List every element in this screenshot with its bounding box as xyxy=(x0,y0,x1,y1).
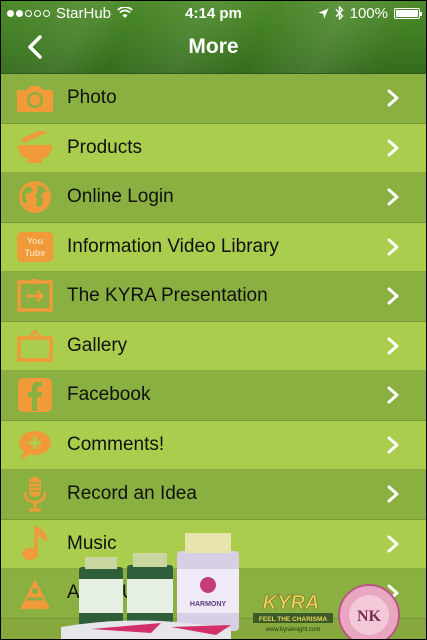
chevron-right-icon xyxy=(386,584,400,602)
chevron-right-icon xyxy=(386,188,400,206)
status-right: 100% xyxy=(318,4,422,22)
speech-bubble-icon xyxy=(15,427,55,463)
easel-icon xyxy=(15,328,55,364)
chevron-right-icon xyxy=(386,139,400,157)
chevron-right-icon xyxy=(386,287,400,305)
status-bar: StarHub 4:14 pm 100% xyxy=(1,1,426,25)
menu-item-gallery[interactable]: Gallery xyxy=(1,321,426,371)
chevron-right-icon xyxy=(386,436,400,454)
menu-item-record-idea[interactable]: Record an Idea xyxy=(1,470,426,520)
camera-icon xyxy=(15,80,55,116)
menu-item-about-us[interactable]: About Us xyxy=(1,569,426,619)
menu-item-label: Record an Idea xyxy=(67,483,197,505)
brand-website: www.kyraknight.com xyxy=(265,627,321,633)
menu-item-kyra-presentation[interactable]: The KYRA Presentation xyxy=(1,272,426,322)
chevron-right-icon xyxy=(386,535,400,553)
youtube-icon: You Tube xyxy=(15,229,55,265)
chevron-right-icon xyxy=(386,337,400,355)
menu-item-facebook[interactable]: Facebook xyxy=(1,371,426,421)
menu-item-label: Music xyxy=(67,532,117,554)
location-arrow-icon xyxy=(318,8,329,18)
menu-item-label: Facebook xyxy=(67,384,151,406)
about-logo-icon xyxy=(15,575,55,611)
chevron-right-icon xyxy=(386,238,400,256)
menu-item-label: Gallery xyxy=(67,334,128,356)
menu-item-products[interactable]: Products xyxy=(1,123,426,173)
menu-item-photo[interactable]: Photo xyxy=(1,74,426,124)
page-title: More xyxy=(188,35,239,58)
battery-percent: 100% xyxy=(349,4,388,22)
chevron-right-icon xyxy=(386,485,400,503)
menu-item-label: Comments! xyxy=(67,433,165,455)
app-screen: StarHub 4:14 pm 100% More Photo Products… xyxy=(1,1,426,639)
globe-icon xyxy=(15,179,55,215)
battery-fill xyxy=(396,9,418,17)
chevron-right-icon xyxy=(386,89,400,107)
music-note-icon xyxy=(15,525,55,562)
microphone-icon xyxy=(15,476,55,512)
menu-item-label: Information Video Library xyxy=(67,235,279,257)
menu-list: Photo Products Online Login You Tube Inf… xyxy=(1,74,426,619)
svg-text:Tube: Tube xyxy=(25,248,46,258)
menu-item-music[interactable]: Music xyxy=(1,519,426,569)
menu-item-label: Online Login xyxy=(67,186,174,208)
menu-item-comments[interactable]: Comments! xyxy=(1,420,426,470)
facebook-icon xyxy=(15,377,55,413)
mortar-pestle-icon xyxy=(15,130,55,166)
presentation-icon xyxy=(15,278,55,314)
chevron-right-icon xyxy=(386,386,400,404)
menu-item-label: Products xyxy=(67,136,142,158)
menu-item-video-library[interactable]: You Tube Information Video Library xyxy=(1,222,426,272)
menu-item-online-login[interactable]: Online Login xyxy=(1,173,426,223)
svg-text:You: You xyxy=(27,236,43,246)
menu-item-label: Photo xyxy=(67,87,117,109)
menu-item-label: About Us xyxy=(67,582,146,604)
bluetooth-icon xyxy=(335,6,344,20)
battery-icon xyxy=(394,7,422,19)
menu-item-label: The KYRA Presentation xyxy=(67,285,268,307)
